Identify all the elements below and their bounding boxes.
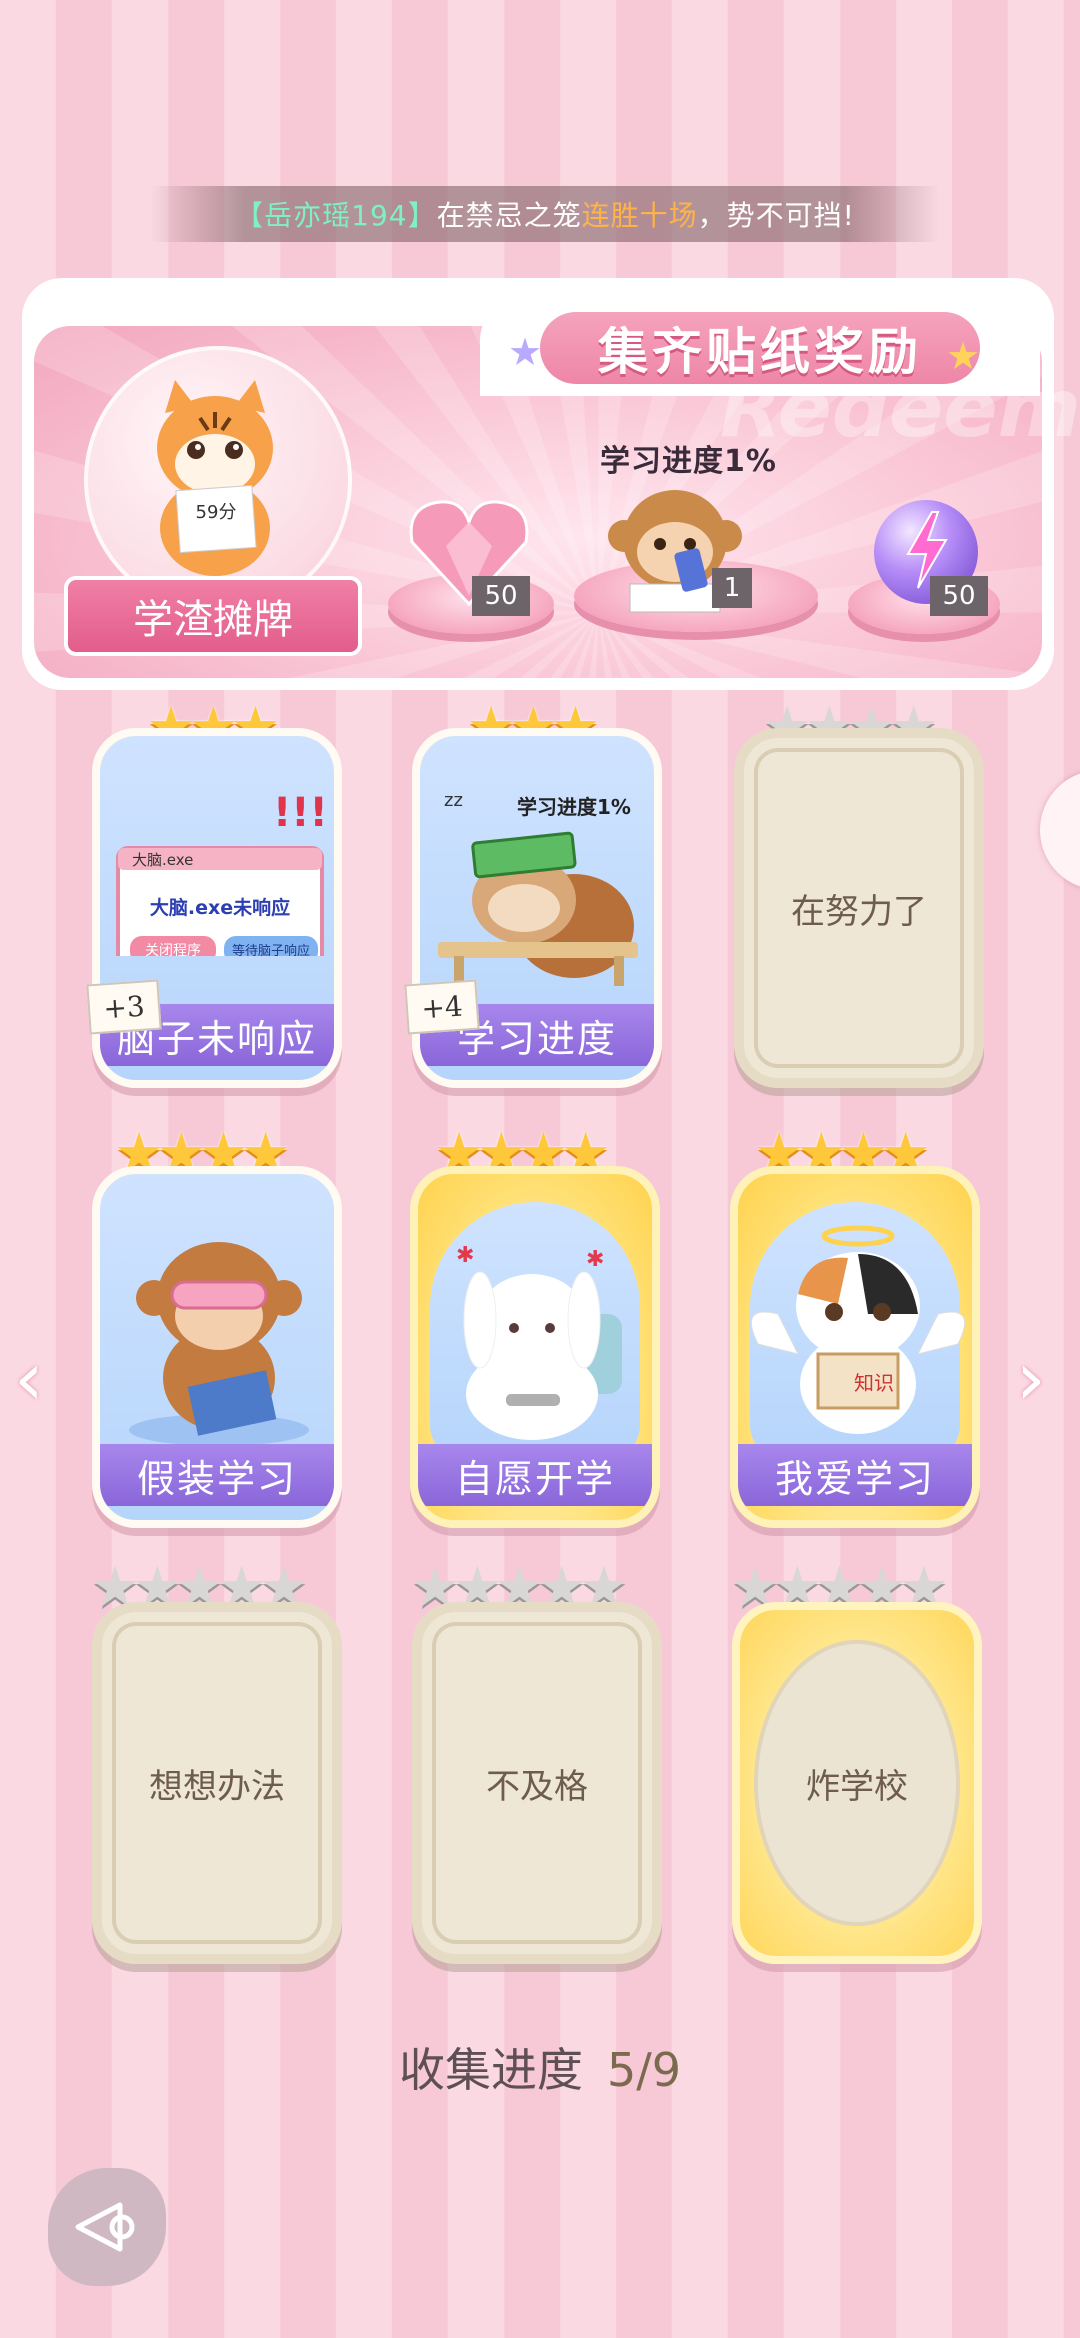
sticker-card-2[interactable]: zz 学习进度1% 学习进度: [412, 728, 662, 1088]
sticker-card-5[interactable]: ✱ ✱ 自愿开学: [410, 1166, 660, 1528]
collection-label: 收集进度: [398, 2043, 583, 2097]
banner-tag: 学渣摊牌: [64, 576, 362, 656]
svg-text:✱: ✱: [456, 1243, 474, 1268]
collection-value: 5/9: [606, 2043, 682, 2097]
reward-qty-3: 50: [930, 576, 988, 616]
popup-button-wait: 等待脑子响应: [232, 943, 310, 956]
tiger-studying-icon: 59分: [157, 380, 273, 576]
popup-title: 大脑.exe: [132, 851, 193, 869]
popup-button-close: 关闭程序: [145, 943, 201, 956]
sleeping-sloth-illustration: zz 学习进度1%: [438, 790, 638, 986]
brain-not-responding-illustration: !!! 大脑.exe 大脑.exe未响应 关闭程序 等待脑子响应: [116, 790, 328, 956]
back-button[interactable]: [48, 2168, 166, 2286]
prev-page-arrow-icon[interactable]: ‹: [14, 1336, 44, 1422]
card-7-label: 想想办法: [149, 1766, 285, 1807]
sticker-card-7-locked[interactable]: 想想办法: [92, 1602, 342, 1964]
sticker-card-3-locked[interactable]: 在努力了: [734, 728, 984, 1088]
side-tab-button[interactable]: [1040, 770, 1080, 890]
sticker-card-9-locked[interactable]: 炸学校: [732, 1602, 982, 1964]
next-page-arrow-icon[interactable]: ›: [1016, 1336, 1046, 1422]
tiger-note-text: 59分: [196, 502, 237, 523]
marquee-text-2: ，势不可挡!: [697, 199, 855, 232]
sticker-card-4[interactable]: 假装学习: [92, 1166, 342, 1528]
purple-star-icon: ★: [508, 330, 543, 374]
marquee-text-1: 在禁忌之笼: [436, 199, 582, 232]
book-text: 知识: [854, 1371, 894, 1395]
card-5-label: 自愿开学: [418, 1444, 652, 1506]
svg-text:✱: ✱: [586, 1247, 604, 1272]
player-name: 【岳亦瑶194】: [235, 199, 437, 232]
card-6-label: 我爱学习: [738, 1444, 972, 1506]
card-2-note: 学习进度1%: [517, 795, 631, 819]
card-2-bonus: +4: [404, 979, 480, 1035]
center-progress-label: 学习进度1%: [600, 444, 777, 479]
banner-title: 集齐贴纸奖励: [540, 312, 980, 384]
card-8-label: 不及格: [486, 1766, 588, 1807]
card-4-label: 假装学习: [100, 1444, 334, 1506]
sticker-card-6[interactable]: 知识 我爱学习: [730, 1166, 980, 1528]
card-1-bonus: +3: [86, 979, 162, 1035]
reward-qty-1: 50: [472, 576, 530, 616]
announcement-marquee: 【岳亦瑶194】 在禁忌之笼 连胜十场 ，势不可挡!: [150, 186, 940, 242]
card-9-label: 炸学校: [806, 1766, 908, 1807]
back-arrow-icon: [75, 2202, 135, 2252]
marquee-highlight: 连胜十场: [581, 199, 698, 232]
popup-message: 大脑.exe未响应: [150, 896, 290, 919]
sticker-card-8-locked[interactable]: 不及格: [412, 1602, 662, 1964]
card-3-label: 在努力了: [791, 891, 927, 932]
gold-star-icon: ★: [946, 334, 981, 378]
zz-text: zz: [444, 790, 463, 811]
reward-qty-2: 1: [712, 568, 752, 608]
bunny-backpack-illustration: ✱ ✱: [456, 1243, 622, 1440]
collection-progress: 收集进度 5/9: [0, 2034, 1080, 2100]
monkey-pretend-study-illustration: [129, 1242, 309, 1446]
svg-text:!!!: !!!: [273, 790, 328, 836]
angel-cat-illustration: 知识: [750, 1225, 966, 1434]
sticker-card-1[interactable]: !!! 大脑.exe 大脑.exe未响应 关闭程序 等待脑子响应 脑子未响应: [92, 728, 342, 1088]
